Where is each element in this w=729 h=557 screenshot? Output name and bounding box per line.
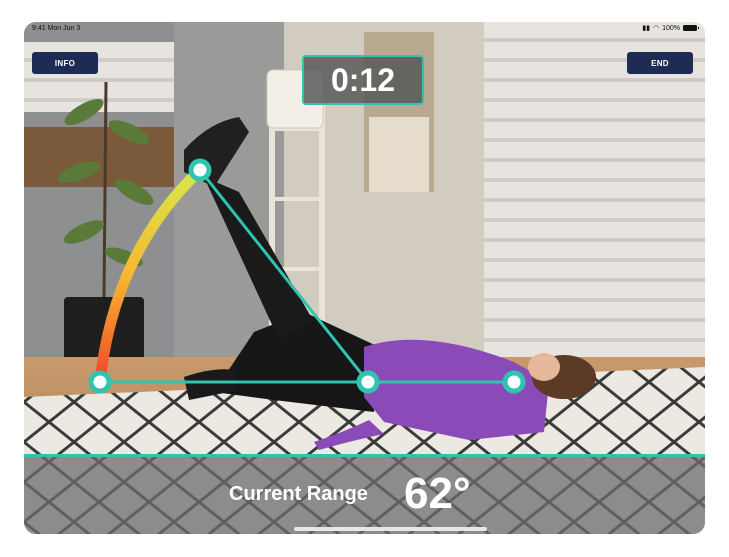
status-bar: 9:41 Mon Jun 3 ▮▮ ◠ 100% <box>24 22 705 36</box>
info-button[interactable]: INFO <box>32 52 98 74</box>
status-time: 9:41 Mon Jun 3 <box>32 25 81 32</box>
current-range-label: Current Range <box>229 483 368 505</box>
wifi-icon: ◠ <box>652 25 660 32</box>
home-indicator[interactable] <box>294 527 487 531</box>
signal-icon: ▮▮ <box>642 25 650 32</box>
end-button[interactable]: END <box>627 52 693 74</box>
exercise-screen: 9:41 Mon Jun 3 ▮▮ ◠ 100% INFO END 0:12 C… <box>24 22 705 534</box>
range-panel: Current Range 62° <box>24 454 705 534</box>
exercise-timer: 0:12 <box>302 55 424 105</box>
current-range-value: 62° <box>404 469 471 518</box>
battery-percent: 100% <box>662 24 680 32</box>
status-icons: ▮▮ ◠ 100% <box>642 24 699 32</box>
battery-icon <box>683 25 699 31</box>
